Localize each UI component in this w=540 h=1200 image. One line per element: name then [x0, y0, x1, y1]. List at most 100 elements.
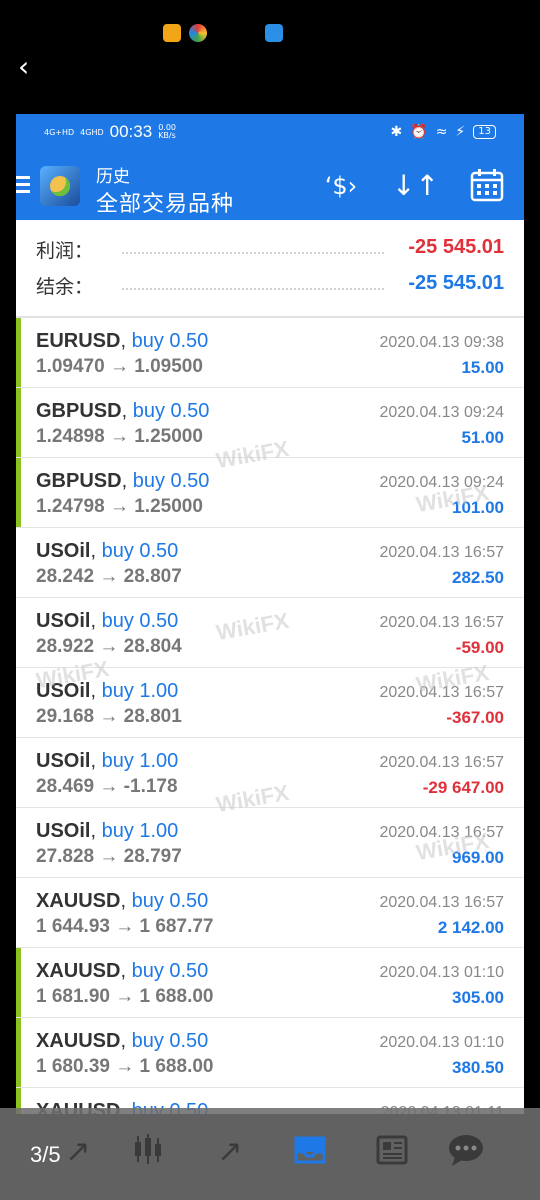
summary-panel: 利润： -25 545.01 结余： -25 545.01	[16, 220, 524, 316]
alarm-icon: ⏰	[410, 124, 428, 140]
screenshot: 4G+HD 4GHD 00:33 0.00 KB/s ✱ ⏰ ≈ ⚡ 13 历史…	[16, 114, 524, 1114]
trade-row[interactable]: XAUUSD, buy 0.50 1 644.93 → 1 687.77 202…	[16, 878, 524, 948]
currency-swap-icon[interactable]: ‘$›	[316, 168, 366, 204]
trade-symbol-line: USOil, buy 0.50	[36, 610, 178, 633]
balance-row: 结余： -25 545.01	[36, 266, 504, 300]
trade-time: 2020.04.13 16:57	[379, 754, 504, 771]
trade-separator: ,	[90, 820, 102, 842]
trade-type: buy 0.50	[101, 540, 179, 562]
buy-indicator-bar	[16, 318, 21, 387]
trade-symbol-line: GBPUSD, buy 0.50	[36, 400, 209, 423]
trade-prices: 1.09470 → 1.09500	[36, 356, 203, 377]
notification-icons	[163, 24, 283, 42]
trade-row[interactable]: USOil, buy 0.50 28.242 → 28.807 2020.04.…	[16, 528, 524, 598]
trade-type: buy 0.50	[132, 400, 210, 422]
trade-symbol: GBPUSD	[36, 400, 122, 422]
bottom-navigation: 3/5 ↗ ↗	[0, 1108, 540, 1200]
trade-profit: 51.00	[461, 428, 504, 447]
back-button[interactable]: ‹	[18, 52, 48, 82]
network-signal-2: 4GHD	[80, 127, 104, 137]
trade-prices: 27.828 → 28.797	[36, 846, 182, 867]
trade-separator: ,	[120, 960, 132, 982]
trade-row[interactable]: XAUUSD, buy 0.50 1 680.39 → 1 688.00 202…	[16, 1018, 524, 1088]
profit-row: 利润： -25 545.01	[36, 230, 504, 264]
trade-symbol-line: USOil, buy 1.00	[36, 820, 178, 843]
trade-separator: ,	[120, 1030, 132, 1052]
trade-type: buy 1.00	[101, 820, 179, 842]
trade-symbol-line: XAUUSD, buy 0.50	[36, 890, 208, 913]
charging-icon: ⚡	[455, 124, 466, 140]
wifi-icon: ≈	[435, 124, 448, 140]
clock: 00:33	[109, 122, 153, 141]
profit-value: -25 545.01	[408, 236, 504, 258]
page-title[interactable]: 全部交易品种	[96, 186, 234, 218]
trade-separator: ,	[121, 400, 133, 422]
trade-profit: 305.00	[452, 988, 504, 1007]
trade-type: buy 0.50	[131, 960, 209, 982]
trade-time: 2020.04.13 16:57	[379, 894, 504, 911]
trade-symbol-line: USOil, buy 1.00	[36, 750, 178, 773]
trade-type: buy 0.50	[101, 610, 179, 632]
trade-separator: ,	[120, 330, 132, 352]
trade-profit: 380.50	[452, 1058, 504, 1077]
net-speed-unit: KB/s	[158, 131, 176, 140]
trade-time: 2020.04.13 01:10	[379, 1034, 504, 1051]
trade-time: 2020.04.13 09:24	[379, 404, 504, 421]
buy-indicator-bar	[16, 388, 21, 457]
trade-symbol: USOil	[36, 610, 91, 632]
trade-row[interactable]: XAUUSD, buy 0.50 1 681.90 → 1 688.00 202…	[16, 948, 524, 1018]
trade-profit: 282.50	[452, 568, 504, 587]
history-inbox-icon[interactable]	[290, 1132, 330, 1172]
trade-symbol: USOil	[36, 820, 91, 842]
trade-separator: ,	[90, 540, 102, 562]
trade-type: buy 0.50	[131, 890, 209, 912]
battery-indicator: 13	[473, 125, 496, 139]
trade-type: buy 1.00	[101, 750, 179, 772]
sort-icon[interactable]: ↓↑	[392, 168, 439, 204]
trade-time: 2020.04.13 16:57	[379, 614, 504, 631]
trade-prices: 1.24898 → 1.25000	[36, 426, 203, 447]
trade-prices: 28.922 → 28.804	[36, 636, 182, 657]
app-bar: 历史 全部交易品种 ‘$› ↓↑	[16, 154, 524, 220]
page-counter: 3/5	[30, 1142, 61, 1167]
trade-separator: ,	[120, 890, 132, 912]
calendar-icon[interactable]	[468, 168, 506, 204]
buy-indicator-bar	[16, 458, 21, 527]
trade-profit: -59.00	[455, 638, 504, 657]
status-bar: 4G+HD 4GHD 00:33 0.00 KB/s ✱ ⏰ ≈ ⚡ 13	[16, 114, 524, 154]
chart-icon[interactable]: ↗	[58, 1132, 98, 1172]
trade-separator: ,	[121, 470, 133, 492]
trade-symbol-line: USOil, buy 0.50	[36, 540, 178, 563]
trade-type: buy 1.00	[101, 680, 179, 702]
trade-profit: -367.00	[446, 708, 504, 727]
browser-icon	[265, 24, 283, 42]
trade-symbol-line: EURUSD, buy 0.50	[36, 330, 208, 353]
trade-prices: 29.168 → 28.801	[36, 706, 182, 727]
chat-icon[interactable]	[446, 1132, 486, 1172]
trade-symbol: USOil	[36, 750, 91, 772]
sync-app-icon	[163, 24, 181, 42]
trade-symbol-line: XAUUSD, buy 0.50	[36, 960, 208, 983]
news-icon[interactable]	[372, 1132, 412, 1172]
trade-symbol: XAUUSD	[36, 1030, 121, 1052]
bluetooth-icon: ✱	[390, 124, 403, 140]
balance-value: -25 545.01	[408, 272, 504, 294]
trade-prices: 28.469 → -1.178	[36, 776, 178, 797]
trade-type: buy 0.50	[131, 330, 209, 352]
trade-prices: 1 644.93 → 1 687.77	[36, 916, 214, 937]
candlestick-icon[interactable]	[128, 1132, 168, 1172]
color-wheel-icon	[189, 24, 207, 42]
trade-row[interactable]: EURUSD, buy 0.50 1.09470 → 1.09500 2020.…	[16, 318, 524, 388]
trade-time: 2020.04.13 09:38	[379, 334, 504, 351]
trade-symbol-line: GBPUSD, buy 0.50	[36, 470, 209, 493]
trade-symbol-line: XAUUSD, buy 0.50	[36, 1030, 208, 1053]
trade-profit: -29 647.00	[422, 778, 504, 797]
trade-prices: 1 681.90 → 1 688.00	[36, 986, 214, 1007]
trade-type: buy 0.50	[132, 470, 210, 492]
trend-icon[interactable]: ↗	[210, 1132, 250, 1172]
trade-prices: 1.24798 → 1.25000	[36, 496, 203, 517]
trade-symbol: EURUSD	[36, 330, 121, 352]
menu-icon[interactable]	[16, 176, 30, 196]
trade-symbol: USOil	[36, 540, 91, 562]
trade-separator: ,	[90, 610, 102, 632]
